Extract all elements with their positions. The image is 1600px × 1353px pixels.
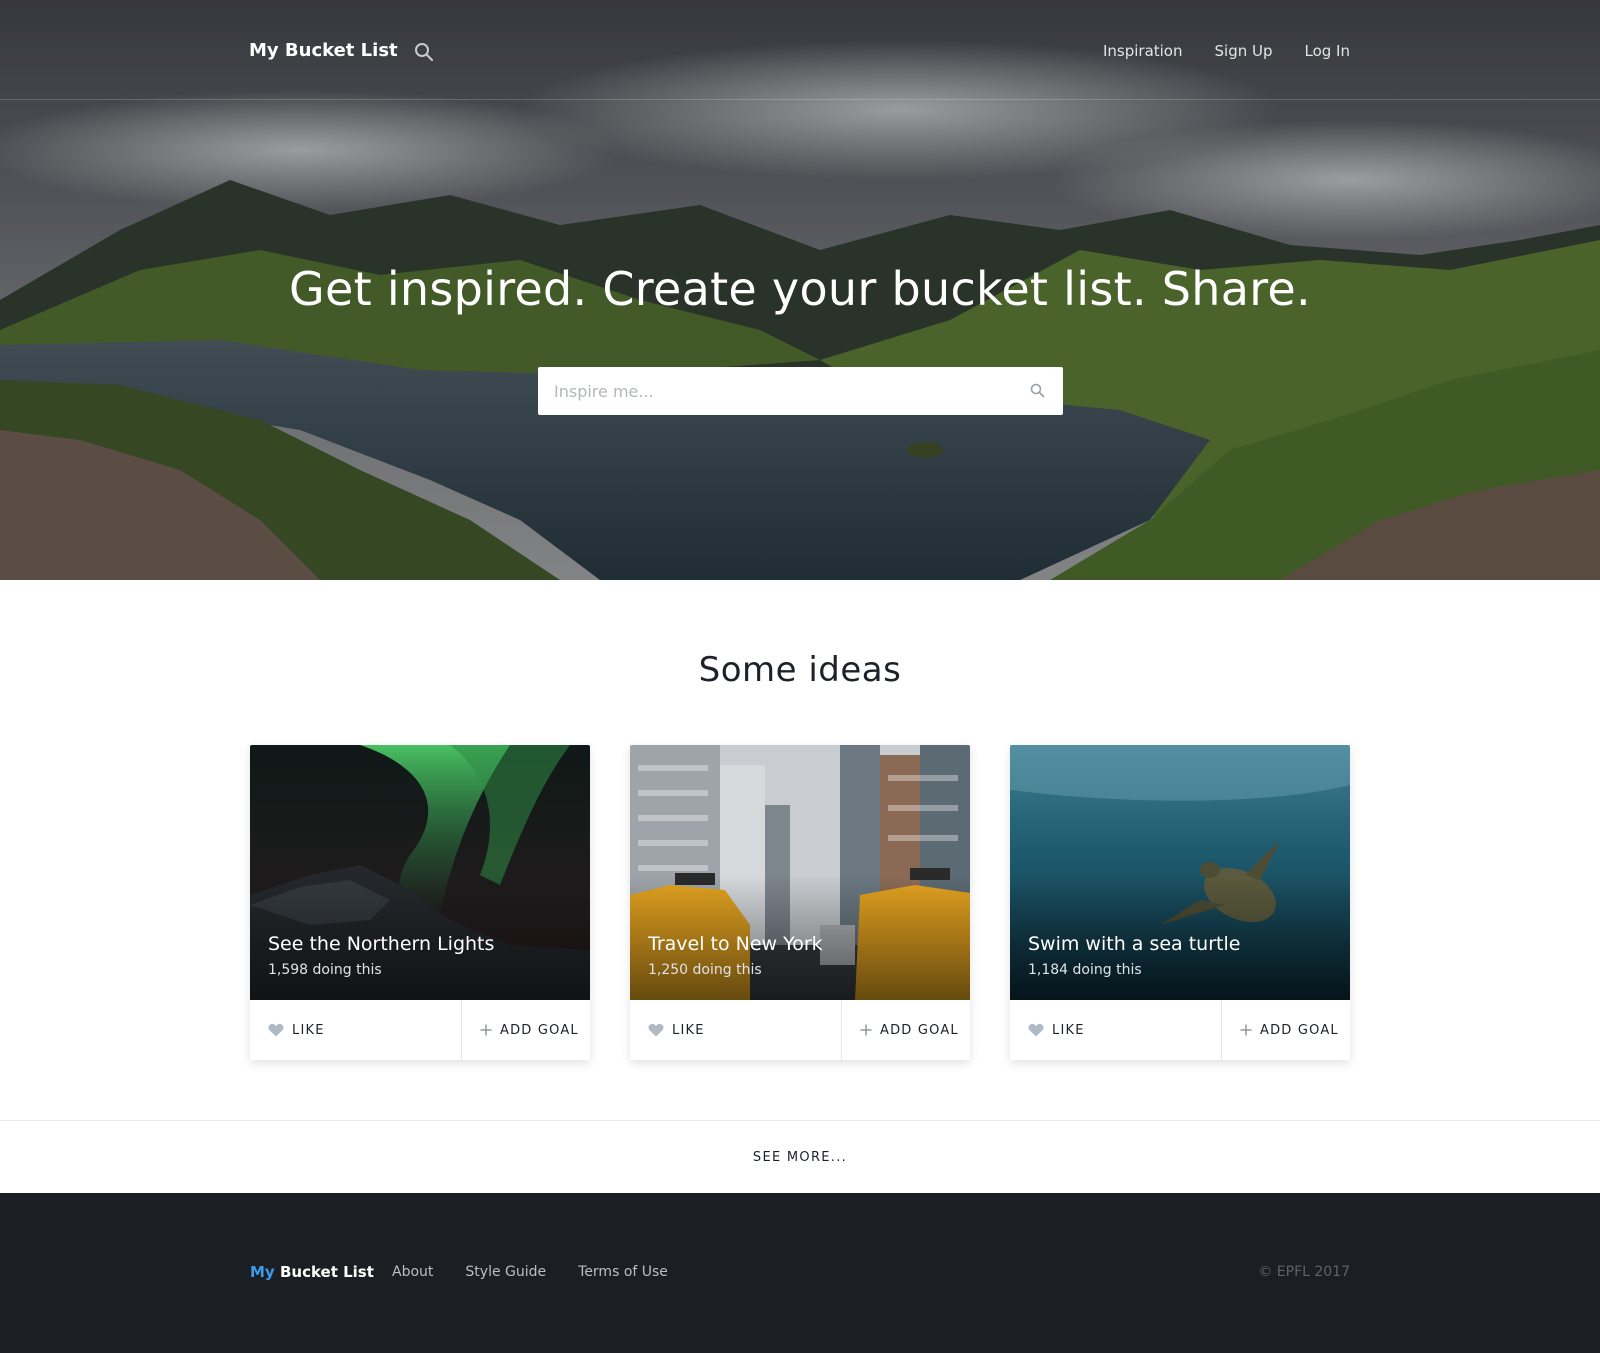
footer-links: About Style Guide Terms of Use xyxy=(392,1264,668,1280)
heart-icon xyxy=(1028,1023,1044,1037)
nav-sign-up[interactable]: Sign Up xyxy=(1215,42,1273,60)
idea-card-new-york[interactable]: Travel to New York 1,250 doing this LIKE… xyxy=(630,745,970,1060)
like-label: LIKE xyxy=(292,1022,325,1038)
footer-brand-rest: Bucket List xyxy=(279,1263,374,1281)
plus-icon xyxy=(1240,1024,1252,1036)
card-count: 1,184 doing this xyxy=(1028,962,1142,978)
add-goal-label: ADD GOAL xyxy=(500,1022,579,1038)
like-label: LIKE xyxy=(672,1022,705,1038)
card-actions: LIKE ADD GOAL xyxy=(250,1000,590,1060)
heart-icon xyxy=(268,1023,284,1037)
footer-copyright: © EPFL 2017 xyxy=(1258,1264,1350,1280)
add-goal-button[interactable]: ADD GOAL xyxy=(462,1000,590,1060)
card-count: 1,250 doing this xyxy=(648,962,762,978)
main-nav: Inspiration Sign Up Log In xyxy=(1103,42,1350,60)
section-title-some-ideas: Some ideas xyxy=(698,650,902,690)
card-image: Travel to New York 1,250 doing this xyxy=(630,745,970,1000)
card-title: Swim with a sea turtle xyxy=(1028,933,1241,955)
footer-brand-logo[interactable]: My Bucket List xyxy=(250,1263,374,1281)
card-title: Travel to New York xyxy=(648,933,823,955)
hero-title: Get inspired. Create your bucket list. S… xyxy=(289,262,1311,316)
add-goal-button[interactable]: ADD GOAL xyxy=(1222,1000,1350,1060)
like-label: LIKE xyxy=(1052,1022,1085,1038)
like-button[interactable]: LIKE xyxy=(1010,1000,1222,1060)
section-divider xyxy=(0,1120,1600,1121)
hero-section: My Bucket List Inspiration Sign Up Log I… xyxy=(0,0,1600,580)
brand-logo[interactable]: My Bucket List xyxy=(249,40,398,61)
inspire-search-input[interactable] xyxy=(554,368,1024,414)
footer-link-style-guide[interactable]: Style Guide xyxy=(465,1264,546,1280)
search-icon[interactable] xyxy=(413,41,435,63)
plus-icon xyxy=(860,1024,872,1036)
card-count: 1,598 doing this xyxy=(268,962,382,978)
like-button[interactable]: LIKE xyxy=(250,1000,462,1060)
see-more-link[interactable]: SEE MORE... xyxy=(0,1150,1600,1165)
top-navigation-bar: My Bucket List Inspiration Sign Up Log I… xyxy=(0,0,1600,100)
card-title: See the Northern Lights xyxy=(268,933,495,955)
footer: My Bucket List About Style Guide Terms o… xyxy=(0,1193,1600,1353)
card-actions: LIKE ADD GOAL xyxy=(630,1000,970,1060)
hero-search-box xyxy=(538,367,1063,415)
card-image: Swim with a sea turtle 1,184 doing this xyxy=(1010,745,1350,1000)
idea-card-sea-turtle[interactable]: Swim with a sea turtle 1,184 doing this … xyxy=(1010,745,1350,1060)
add-goal-label: ADD GOAL xyxy=(880,1022,959,1038)
card-image: See the Northern Lights 1,598 doing this xyxy=(250,745,590,1000)
search-icon[interactable] xyxy=(1029,382,1047,400)
idea-card-northern-lights[interactable]: See the Northern Lights 1,598 doing this… xyxy=(250,745,590,1060)
footer-link-terms[interactable]: Terms of Use xyxy=(578,1264,668,1280)
heart-icon xyxy=(648,1023,664,1037)
plus-icon xyxy=(480,1024,492,1036)
card-actions: LIKE ADD GOAL xyxy=(1010,1000,1350,1060)
footer-brand-my: My xyxy=(250,1263,275,1281)
nav-log-in[interactable]: Log In xyxy=(1305,42,1351,60)
nav-inspiration[interactable]: Inspiration xyxy=(1103,42,1183,60)
add-goal-button[interactable]: ADD GOAL xyxy=(842,1000,970,1060)
like-button[interactable]: LIKE xyxy=(630,1000,842,1060)
footer-link-about[interactable]: About xyxy=(392,1264,433,1280)
add-goal-label: ADD GOAL xyxy=(1260,1022,1339,1038)
